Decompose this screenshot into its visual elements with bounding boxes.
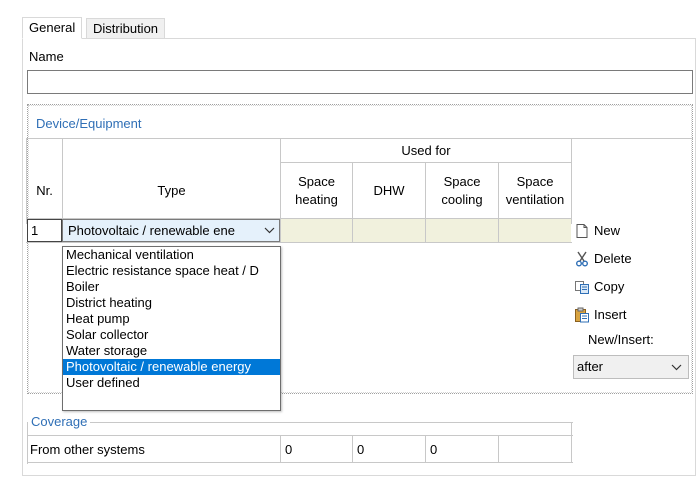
copy-button[interactable]: Copy [574, 276, 624, 298]
dropdown-option[interactable]: Electric resistance space heat / D [63, 263, 280, 279]
coverage-bottom-line [27, 462, 573, 463]
header-dhw: DHW [373, 182, 405, 198]
header-space-ventilation: Space ventilation [505, 173, 565, 207]
insert-button[interactable]: Insert [574, 304, 627, 326]
name-label: Name [29, 49, 64, 64]
header-space-cooling: Space cooling [441, 173, 483, 207]
dropdown-option[interactable]: Solar collector [63, 327, 280, 343]
tab-general[interactable]: General [22, 17, 83, 39]
new-button-label: New [594, 223, 621, 238]
dropdown-option[interactable]: District heating [63, 295, 280, 311]
new-button[interactable]: New [574, 220, 620, 242]
row1-space-cooling-cell[interactable] [426, 219, 498, 242]
dropdown-option[interactable]: Water storage [63, 343, 280, 359]
dropdown-option[interactable]: Heat pump [63, 311, 280, 327]
name-input[interactable] [27, 70, 693, 94]
new-insert-select[interactable]: after [573, 355, 689, 379]
table-right-border [571, 138, 572, 224]
type-combobox[interactable]: Photovoltaic / renewable ene [62, 219, 280, 242]
tab-distribution-label: Distribution [93, 21, 159, 36]
copy-icon [574, 279, 590, 295]
new-document-icon [574, 223, 590, 239]
chevron-down-icon [264, 220, 275, 241]
delete-button-label: Delete [594, 251, 632, 266]
copy-button-label: Copy [594, 279, 625, 294]
header-type: Type [157, 182, 186, 198]
header-nr: Nr. [36, 182, 53, 198]
coverage-row-label: From other systems [30, 442, 145, 457]
new-insert-select-value: after [577, 359, 604, 374]
new-insert-label: New/Insert: [588, 332, 654, 347]
header-used-for: Used for [401, 142, 451, 158]
device-equipment-title: Device/Equipment [33, 117, 145, 131]
type-dropdown-list: Mechanical ventilation Electric resistan… [62, 246, 281, 411]
coverage-title: Coverage [28, 415, 91, 429]
delete-button[interactable]: Delete [574, 248, 632, 270]
coverage-right-border [571, 422, 572, 463]
row1-nr: 1 [31, 223, 39, 238]
coverage-col-divider [280, 436, 281, 463]
coverage-value-dhw[interactable]: 0 [357, 442, 364, 457]
coverage-col-divider [352, 436, 353, 463]
dropdown-option[interactable]: User defined [63, 375, 280, 391]
row1-bottom-line [26, 242, 572, 243]
chevron-down-icon [671, 356, 682, 385]
scissors-icon [574, 251, 590, 267]
coverage-top-line [27, 435, 573, 436]
type-combobox-value: Photovoltaic / renewable ene [68, 223, 235, 238]
dropdown-option[interactable]: Boiler [63, 279, 280, 295]
coverage-col-divider [425, 436, 426, 463]
coverage-value-cooling[interactable]: 0 [430, 442, 437, 457]
header-space-heating: Space heating [295, 173, 338, 207]
coverage-value-heating[interactable]: 0 [285, 442, 292, 457]
dropdown-option[interactable]: Mechanical ventilation [63, 247, 280, 263]
row1-nr-cell[interactable]: 1 [27, 219, 62, 242]
paste-icon [574, 307, 590, 323]
row1-space-heating-cell[interactable] [281, 219, 352, 242]
insert-button-label: Insert [594, 307, 627, 322]
row1-dhw-cell[interactable] [353, 219, 425, 242]
tab-general-label: General [29, 20, 76, 35]
coverage-col-divider [498, 436, 499, 463]
row1-space-ventilation-cell[interactable] [499, 219, 571, 242]
tab-distribution[interactable]: Distribution [86, 18, 166, 39]
dropdown-option-selected[interactable]: Photovoltaic / renewable energy [63, 359, 280, 375]
